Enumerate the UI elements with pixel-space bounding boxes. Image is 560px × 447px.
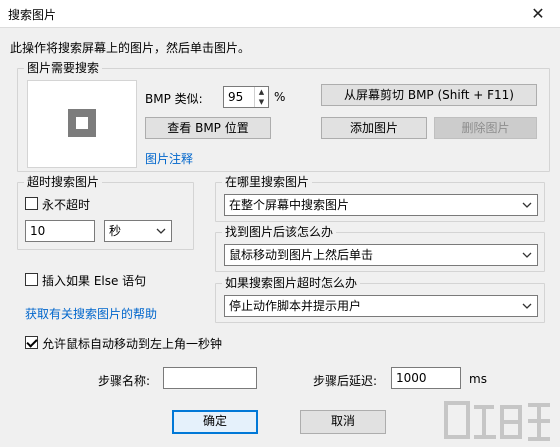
image-thumbnail	[68, 109, 96, 137]
watermark-logo	[444, 401, 550, 441]
view-bmp-position-button[interactable]: 查看 BMP 位置	[145, 117, 271, 139]
stepper-up-icon[interactable]: ▲	[255, 87, 268, 97]
timeout-action-select[interactable]: 停止动作脚本并提示用户	[224, 295, 538, 317]
where-search-group-title: 在哪里搜索图片	[222, 175, 313, 189]
capture-bmp-button[interactable]: 从屏幕剪切 BMP (Shift + F11)	[321, 84, 537, 106]
timeout-action-group-title: 如果搜索图片超时怎么办	[222, 276, 361, 290]
close-icon[interactable]: ✕	[516, 0, 560, 28]
insert-else-label: 插入如果 Else 语句	[42, 274, 147, 288]
never-timeout-checkbox[interactable]	[25, 197, 38, 210]
step-delay-unit: ms	[469, 372, 487, 386]
step-delay-label: 步骤后延迟:	[313, 374, 378, 388]
chevron-down-icon	[156, 228, 166, 234]
bmp-similar-input[interactable]: 95 ▲ ▼	[223, 86, 269, 108]
found-action-select[interactable]: 鼠标移动到图片上然后单击	[224, 244, 538, 266]
delete-image-button[interactable]: 删除图片	[434, 117, 537, 139]
cancel-button[interactable]: 取消	[300, 410, 386, 434]
image-annotation-link[interactable]: 图片注释	[145, 150, 193, 167]
chevron-down-icon	[522, 202, 532, 208]
found-action-group-title: 找到图片后该怎么办	[222, 225, 337, 239]
chevron-down-icon	[522, 303, 532, 309]
bmp-similar-label: BMP 类似:	[145, 92, 203, 106]
search-image-group-title: 图片需要搜索	[24, 61, 103, 75]
stepper-down-icon[interactable]: ▼	[255, 97, 268, 107]
add-image-button[interactable]: 添加图片	[321, 117, 427, 139]
timeout-value-input[interactable]: 10	[25, 220, 95, 242]
where-search-select[interactable]: 在整个屏幕中搜索图片	[224, 194, 538, 216]
instruction-text: 此操作将搜索屏幕上的图片，然后单击图片。	[10, 41, 251, 55]
allow-mouse-label: 允许鼠标自动移动到左上角一秒钟	[42, 337, 223, 351]
chevron-down-icon	[522, 252, 532, 258]
insert-else-checkbox[interactable]	[25, 273, 38, 286]
help-link[interactable]: 获取有关搜索图片的帮助	[25, 305, 157, 322]
percent-sign: %	[274, 90, 286, 104]
timeout-unit-select[interactable]: 秒	[104, 220, 172, 242]
step-name-input[interactable]	[163, 367, 257, 389]
image-preview	[27, 80, 137, 168]
step-delay-input[interactable]: 1000	[391, 367, 461, 389]
bmp-similar-stepper[interactable]: ▲ ▼	[254, 87, 268, 107]
window-title: 搜索图片	[8, 8, 57, 22]
never-timeout-label: 永不超时	[42, 198, 91, 212]
step-name-label: 步骤名称:	[98, 374, 151, 388]
timeout-group-title: 超时搜索图片	[24, 175, 103, 189]
ok-button[interactable]: 确定	[172, 410, 258, 434]
title-bar: 搜索图片 ✕	[0, 0, 560, 28]
allow-mouse-checkbox[interactable]	[25, 336, 38, 349]
